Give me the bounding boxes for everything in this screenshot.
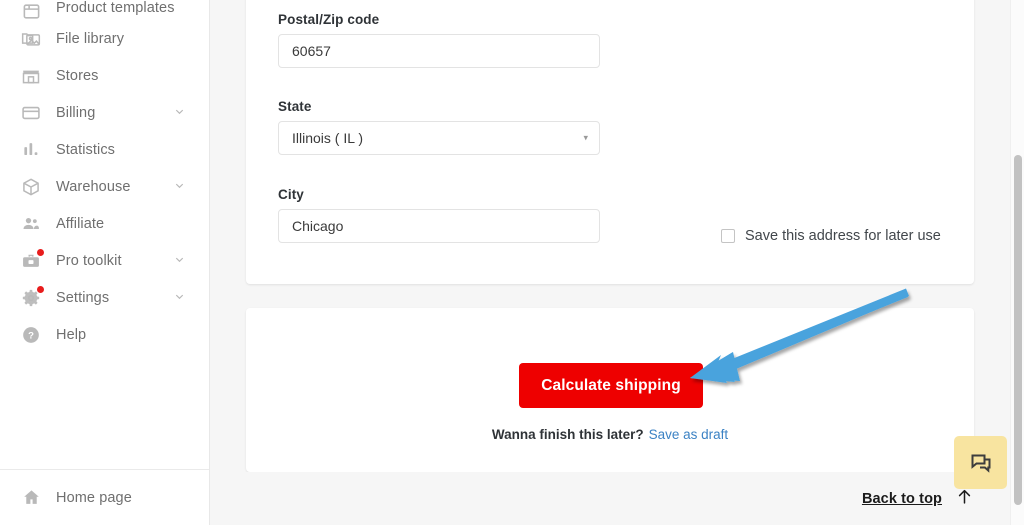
affiliate-people-icon bbox=[20, 213, 42, 235]
sidebar-item-label: Statistics bbox=[56, 141, 116, 158]
sidebar-item-label: File library bbox=[56, 30, 125, 47]
statistics-bars-icon bbox=[20, 139, 42, 161]
sidebar-item-label: Product templates bbox=[56, 0, 175, 16]
state-field-group: State Illinois ( IL ) ▾ bbox=[278, 99, 600, 155]
city-input[interactable]: Chicago bbox=[278, 209, 600, 243]
chat-bubbles-icon bbox=[969, 451, 993, 475]
state-value: Illinois ( IL ) bbox=[292, 130, 364, 146]
sidebar-item-label: Help bbox=[56, 326, 87, 343]
sidebar-item-product-templates[interactable]: Product templates bbox=[0, 0, 209, 20]
sidebar-item-label: Warehouse bbox=[56, 178, 131, 195]
billing-card-icon bbox=[20, 102, 42, 124]
sidebar-item-home-page[interactable]: Home page bbox=[0, 469, 209, 525]
chevron-down-icon bbox=[174, 178, 185, 196]
stores-icon bbox=[20, 65, 42, 87]
sidebar-item-label: Billing bbox=[56, 104, 96, 121]
file-library-icon bbox=[20, 28, 42, 50]
sidebar-footer-label: Home page bbox=[56, 489, 132, 506]
city-field-group: City Chicago bbox=[278, 187, 600, 243]
state-label: State bbox=[278, 99, 312, 114]
sidebar-item-affiliate[interactable]: Affiliate bbox=[0, 205, 209, 242]
postal-value: 60657 bbox=[292, 43, 331, 59]
sidebar: Product templates File library Stores Bi… bbox=[0, 0, 210, 525]
chevron-down-icon bbox=[174, 104, 185, 122]
back-to-top-label: Back to top bbox=[861, 490, 942, 507]
sidebar-item-settings[interactable]: Settings bbox=[0, 279, 209, 316]
app-root: Product templates File library Stores Bi… bbox=[0, 0, 1024, 525]
sidebar-item-pro-toolkit[interactable]: Pro toolkit bbox=[0, 242, 209, 279]
sidebar-item-stores[interactable]: Stores bbox=[0, 57, 209, 94]
calculate-shipping-button[interactable]: Calculate shipping bbox=[519, 363, 703, 408]
save-address-checkbox-row[interactable]: Save this address for later use bbox=[721, 228, 941, 244]
back-to-top-button[interactable]: Back to top bbox=[862, 487, 974, 511]
sidebar-item-warehouse[interactable]: Warehouse bbox=[0, 168, 209, 205]
main-content: Postal/Zip code 60657 State Illinois ( I… bbox=[210, 0, 1024, 525]
help-question-icon: ? bbox=[20, 324, 42, 346]
chevron-down-icon bbox=[174, 289, 185, 307]
pro-toolkit-icon bbox=[20, 248, 44, 272]
sidebar-item-statistics[interactable]: Statistics bbox=[0, 131, 209, 168]
sidebar-item-label: Stores bbox=[56, 67, 99, 84]
postal-field-group: Postal/Zip code 60657 bbox=[278, 12, 600, 68]
save-address-checkbox[interactable] bbox=[721, 229, 735, 243]
vertical-scrollbar-thumb[interactable] bbox=[1014, 155, 1022, 505]
page-footer: Back to top bbox=[210, 472, 1024, 525]
sidebar-item-help[interactable]: ? Help bbox=[0, 316, 209, 353]
address-card: Postal/Zip code 60657 State Illinois ( I… bbox=[246, 0, 974, 284]
warehouse-box-icon bbox=[20, 176, 42, 198]
chevron-down-icon: ▾ bbox=[583, 132, 588, 143]
sidebar-item-billing[interactable]: Billing bbox=[0, 94, 209, 131]
actions-card: Calculate shipping Wanna finish this lat… bbox=[246, 308, 974, 472]
draft-question: Wanna finish this later? bbox=[491, 427, 644, 442]
svg-text:?: ? bbox=[28, 330, 34, 341]
state-select[interactable]: Illinois ( IL ) ▾ bbox=[278, 121, 600, 155]
sidebar-item-label: Settings bbox=[56, 289, 110, 306]
save-address-label: Save this address for later use bbox=[745, 228, 941, 244]
postal-label: Postal/Zip code bbox=[278, 12, 380, 27]
arrow-up-icon bbox=[955, 487, 974, 511]
sidebar-item-file-library[interactable]: File library bbox=[0, 20, 209, 57]
sidebar-item-label: Affiliate bbox=[56, 215, 105, 232]
save-as-draft-link[interactable]: Save as draft bbox=[649, 427, 729, 442]
city-value: Chicago bbox=[292, 218, 344, 234]
save-draft-row: Wanna finish this later? Save as draft bbox=[246, 426, 974, 444]
chevron-down-icon bbox=[174, 252, 185, 270]
notification-dot bbox=[37, 248, 44, 256]
settings-gear-icon bbox=[20, 285, 44, 309]
sidebar-item-label: Pro toolkit bbox=[56, 252, 122, 269]
home-icon bbox=[20, 487, 42, 509]
product-templates-icon bbox=[20, 0, 42, 20]
sidebar-nav-list: Product templates File library Stores Bi… bbox=[0, 0, 209, 353]
chat-widget-button[interactable] bbox=[954, 436, 1007, 489]
city-label: City bbox=[278, 187, 304, 202]
vertical-scrollbar-track[interactable] bbox=[1010, 0, 1024, 525]
notification-dot bbox=[37, 285, 44, 293]
postal-input[interactable]: 60657 bbox=[278, 34, 600, 68]
